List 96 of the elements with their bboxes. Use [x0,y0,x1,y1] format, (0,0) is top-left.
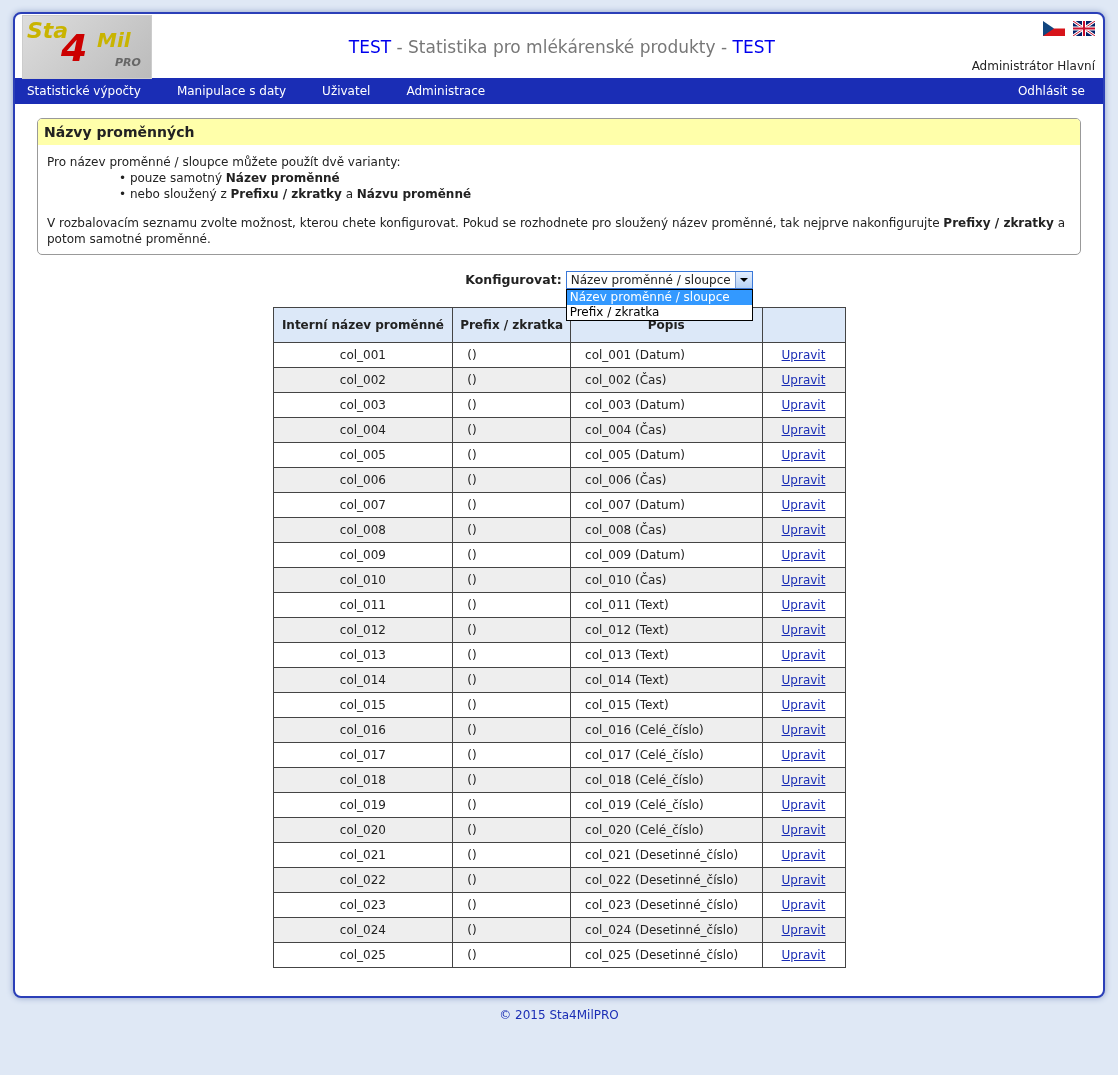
table-cell: () [452,442,571,468]
table-cell: () [452,717,571,743]
table-cell: () [452,342,571,368]
table-cell: col_004 (Čas) [570,417,762,443]
table-cell: col_010 [273,567,453,593]
table-cell: col_012 [273,617,453,643]
table-cell: col_020 (Celé_číslo) [570,817,762,843]
site-title: TEST - Statistika pro mlékárenské produkty - TEST [348,37,775,57]
nav-link[interactable]: Administrace [406,84,486,98]
configure-select[interactable]: Název proměnné / sloupce [565,270,753,289]
nav-link[interactable]: Uživatel [322,84,371,98]
table-cell: col_009 (Datum) [570,542,762,568]
table-cell: () [452,467,571,493]
column-header: Interní název proměnné [273,307,453,343]
table-cell: () [452,617,571,643]
table-cell: col_013 [273,642,453,668]
table-cell: () [452,867,571,893]
table-cell: col_003 (Datum) [570,392,762,418]
table-cell: col_023 (Desetinné_číslo) [570,892,762,918]
table-cell: col_017 (Celé_číslo) [570,742,762,768]
info-text: V rozbalovacím seznamu zvolte možnost, kterou chete konfigurovat. Pokud se rozhodnete pro sloužený název proměnné, tak nejprve nakonfigurujte Prefixy / zkratky a potom samotné proměnné. [47,214,1067,247]
table-cell: col_002 [273,367,453,393]
configure-label: Konfigurovat: [465,272,562,288]
table-cell: col_014 (Text) [570,667,762,693]
table-cell: col_022 [273,867,453,893]
nav-link[interactable]: Manipulace s daty [176,84,287,98]
table-cell: col_024 [273,917,453,943]
info-text: Pro název proměnné / sloupce můžete použít dvě varianty: [47,154,402,171]
table-cell: () [452,367,571,393]
table-cell: () [452,567,571,593]
user-name: Administrátor Hlavní [971,59,1095,73]
table-cell: col_021 [273,842,453,868]
table-cell: col_008 (Čas) [570,517,762,543]
table-cell: col_014 [273,667,453,693]
list-item: • pouze samotný Název proměnné [119,170,340,187]
copyright-text: © 2015 Sta4MilPRO [499,1007,619,1022]
table-cell: () [452,842,571,868]
table-cell: () [452,667,571,693]
table-cell: col_007 (Datum) [570,492,762,518]
table-cell: col_019 (Celé_číslo) [570,792,762,818]
table-cell: col_012 (Text) [570,617,762,643]
table-cell: () [452,392,571,418]
table-cell: col_011 [273,592,453,618]
table-cell: col_010 (Čas) [570,567,762,593]
table-cell: () [452,542,571,568]
table-cell: () [452,642,571,668]
table-cell: () [452,417,571,443]
uk-flag-icon[interactable] [1073,21,1095,36]
table-cell: col_002 (Čas) [570,367,762,393]
table-cell: col_013 (Text) [570,642,762,668]
table-cell: col_004 [273,417,453,443]
table-cell: col_024 (Desetinné_číslo) [570,917,762,943]
table-cell: col_020 [273,817,453,843]
table-cell: () [452,817,571,843]
table-cell: col_016 (Celé_číslo) [570,717,762,743]
column-header: Prefix / zkratka [452,307,571,343]
table-cell: col_015 [273,692,453,718]
table-cell: col_001 (Datum) [570,342,762,368]
table-cell: col_011 (Text) [570,592,762,618]
table-cell: () [452,892,571,918]
table-cell: col_023 [273,892,453,918]
table-cell: () [452,742,571,768]
table-cell: col_008 [273,517,453,543]
table-cell: () [452,592,571,618]
table-cell: col_009 [273,542,453,568]
table-cell: () [452,942,571,968]
table-cell: col_021 (Desetinné_číslo) [570,842,762,868]
table-cell: col_006 [273,467,453,493]
czech-flag-icon[interactable] [1043,21,1065,36]
table-cell: () [452,492,571,518]
logo-text: Mil [97,28,131,52]
logout-link[interactable]: Odhlásit se [1017,84,1085,98]
nav-link[interactable]: Statistické výpočty [27,84,141,98]
logo-text: PRO [115,56,141,69]
panel-title: Názvy proměnných [38,119,1080,145]
table-cell: col_025 (Desetinné_číslo) [570,942,762,968]
table-cell: col_022 (Desetinné_číslo) [570,867,762,893]
table-cell: col_017 [273,742,453,768]
table-cell: col_018 [273,767,453,793]
table-cell: col_019 [273,792,453,818]
table-cell: col_001 [273,342,453,368]
table-cell: col_005 (Datum) [570,442,762,468]
table-cell: col_016 [273,717,453,743]
table-cell: col_015 (Text) [570,692,762,718]
table-cell: col_005 [273,442,453,468]
table-cell: () [452,792,571,818]
table-cell: () [452,692,571,718]
table-cell: () [452,517,571,543]
table-cell: () [452,917,571,943]
table-cell: col_025 [273,942,453,968]
table-cell: col_007 [273,492,453,518]
table-cell: col_018 (Celé_číslo) [570,767,762,793]
list-item: • nebo sloužený z Prefixu / zkratky a Názvu proměnné [119,186,472,203]
table-cell: col_006 (Čas) [570,467,762,493]
table-cell: col_003 [273,392,453,418]
table-cell: () [452,767,571,793]
